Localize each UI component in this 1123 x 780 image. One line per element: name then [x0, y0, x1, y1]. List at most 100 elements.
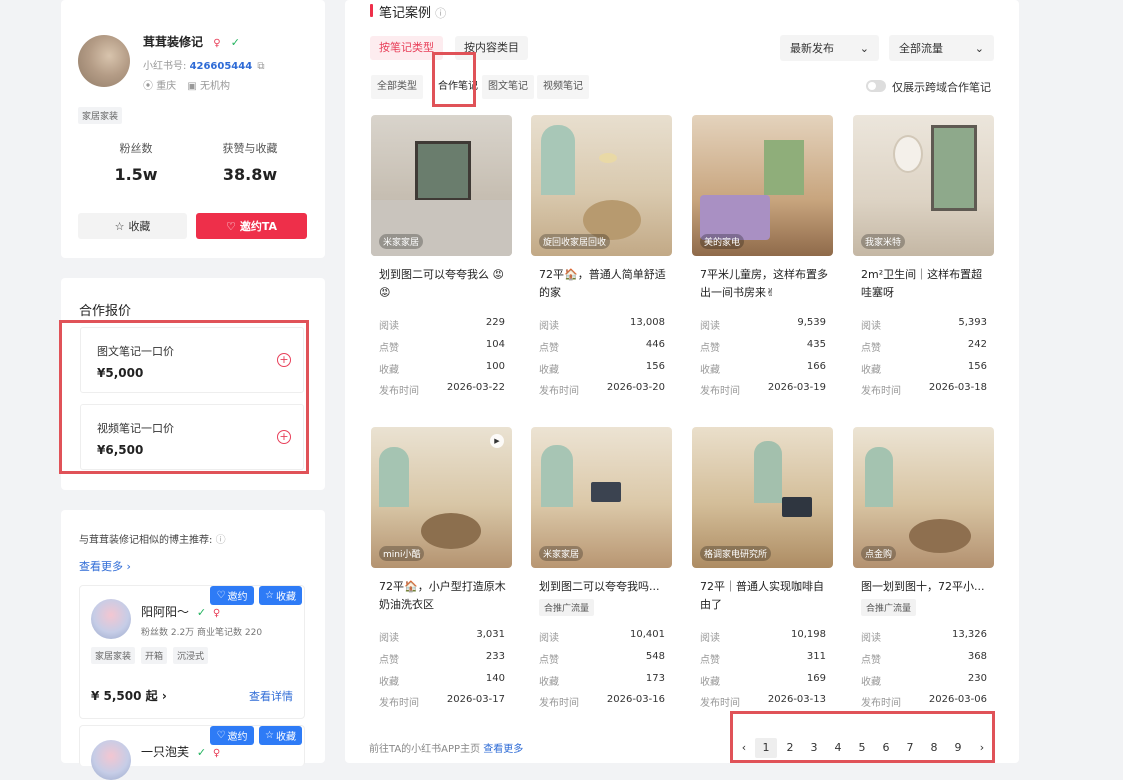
- invite-mini-button[interactable]: ♡ 邀约: [210, 586, 254, 605]
- stat-row-date: 发布时间 2026-03-18: [861, 382, 987, 397]
- chevron-right-icon: ›: [126, 560, 131, 573]
- filter-image-notes[interactable]: 图文笔记: [482, 75, 534, 99]
- note-cover[interactable]: 格调家电研究所: [692, 427, 833, 568]
- note-card[interactable]: 旋回收家居回收 72平🏠，普通人简单舒适的家 阅读 13,008 点赞 446 收藏…: [531, 115, 672, 407]
- recommend-name: 一只泡芙 ✓ ♀: [141, 743, 220, 760]
- stat-row-fav: 收藏 156: [539, 361, 665, 376]
- cross-domain-toggle-label: 仅展示跨域合作笔记: [892, 81, 991, 94]
- page-button[interactable]: 5: [851, 738, 873, 758]
- page-button[interactable]: 2: [779, 738, 801, 758]
- avatar[interactable]: [91, 740, 131, 780]
- tab-by-category[interactable]: 按内容类目: [455, 36, 528, 60]
- page-button[interactable]: 7: [899, 738, 921, 758]
- stat-row-date: 发布时间 2026-03-22: [379, 382, 505, 397]
- note-card[interactable]: 格调家电研究所 72平｜普通人实现咖啡自由了 阅读 10,198 点赞 311 收藏…: [692, 427, 833, 719]
- add-icon[interactable]: +: [277, 430, 291, 444]
- quote-price: ¥6,500: [97, 443, 144, 457]
- recommend-meta: 粉丝数 2.2万 商业笔记数 220: [141, 628, 263, 638]
- note-badge: 格调家电研究所: [700, 546, 772, 561]
- note-title[interactable]: 7平米儿童房，这样布置多出一间书房来✌: [700, 266, 828, 302]
- verified-icon: ✓: [196, 746, 207, 759]
- recommend-item[interactable]: 阳阿阳～ ✓ ♀ 粉丝数 2.2万 商业笔记数 220 家居家装 开箱 沉浸式 …: [79, 585, 305, 719]
- filter-collab-notes[interactable]: 合作笔记: [432, 75, 484, 99]
- note-title[interactable]: 划到图二可以夸夸我吗...: [539, 578, 667, 596]
- view-detail-link[interactable]: 查看详情: [249, 688, 293, 704]
- note-title[interactable]: 图一划到图十，72平小...: [861, 578, 989, 596]
- cross-domain-toggle[interactable]: [866, 80, 886, 92]
- profile-card: 茸茸装修记 ♀ ✓ 小红书号: 426605444 ⧉ ⦿ 重庆 ▣ 无机构 家…: [61, 0, 325, 258]
- stat-row-date: 发布时间 2026-03-17: [379, 694, 505, 709]
- info-icon[interactable]: ⓘ: [216, 535, 226, 546]
- stat-label: 阅读: [379, 633, 399, 644]
- quote-item-video-note[interactable]: 视频笔记一口价 ¥6,500 +: [80, 404, 304, 470]
- note-cover[interactable]: 点金购: [853, 427, 994, 568]
- profile-id-value[interactable]: 426605444: [190, 61, 253, 72]
- avatar[interactable]: [91, 599, 131, 639]
- page-button[interactable]: 6: [875, 738, 897, 758]
- heart-icon: ♡: [216, 590, 226, 601]
- invite-mini-button[interactable]: ♡ 邀约: [210, 726, 254, 745]
- favorite-mini-button[interactable]: ☆ 收藏: [259, 586, 302, 605]
- note-cover[interactable]: ▶ mini小酷: [371, 427, 512, 568]
- note-card[interactable]: ▶ mini小酷 72平🏠，小户型打造原木奶油洗衣区 阅读 3,031 点赞 233…: [371, 427, 512, 719]
- favorite-button[interactable]: ☆ 收藏: [78, 213, 187, 239]
- note-badge: 美的家电: [700, 234, 745, 249]
- avatar[interactable]: [78, 35, 130, 87]
- page-button[interactable]: 1: [755, 738, 777, 758]
- note-cover[interactable]: 旋回收家居回收: [531, 115, 672, 256]
- stat-row-like: 点赞 548: [539, 651, 665, 666]
- filter-video-notes[interactable]: 视频笔记: [537, 75, 589, 99]
- page-button[interactable]: 9: [947, 738, 969, 758]
- note-title[interactable]: 72平🏠，普通人简单舒适的家: [539, 266, 667, 302]
- stat-row-fav: 收藏 166: [700, 361, 826, 376]
- note-card[interactable]: 米家家居 划到图二可以夸夸我么 😡😡 阅读 229 点赞 104 收藏 100 发布时…: [371, 115, 512, 407]
- stat-label: 点赞: [700, 655, 720, 666]
- stat-label: 发布时间: [861, 698, 901, 709]
- quote-item-image-note[interactable]: 图文笔记一口价 ¥5,000 +: [80, 327, 304, 393]
- note-cover[interactable]: 米家家居: [371, 115, 512, 256]
- stat-label: 发布时间: [700, 698, 740, 709]
- play-icon[interactable]: ▶: [490, 434, 504, 448]
- note-title[interactable]: 72平🏠，小户型打造原木奶油洗衣区: [379, 578, 507, 614]
- note-card[interactable]: 我家米特 2m²卫生间｜这样布置超哇塞呀 阅读 5,393 点赞 242 收藏 156…: [853, 115, 994, 407]
- stat-value: 5,393: [958, 317, 987, 328]
- prev-page-button[interactable]: ‹: [733, 738, 755, 758]
- add-icon[interactable]: +: [277, 353, 291, 367]
- note-title[interactable]: 划到图二可以夸夸我么 😡😡: [379, 266, 507, 302]
- recommend-item[interactable]: 一只泡芙 ✓ ♀ ♡ 邀约 ☆ 收藏: [79, 725, 305, 780]
- stat-value: 156: [967, 361, 987, 372]
- traffic-select[interactable]: 全部流量 ⌄: [889, 35, 994, 61]
- stat-label: 发布时间: [379, 386, 419, 397]
- recommend-price: ¥ 5,500 起 ›: [91, 687, 167, 704]
- note-cover[interactable]: 米家家居: [531, 427, 672, 568]
- note-badge: 旋回收家居回收: [539, 234, 611, 249]
- stat-row-like: 点赞 104: [379, 339, 505, 354]
- page-button[interactable]: 4: [827, 738, 849, 758]
- copy-icon[interactable]: ⧉: [257, 61, 264, 72]
- stat-row-date: 发布时间 2026-03-19: [700, 382, 826, 397]
- note-title[interactable]: 72平｜普通人实现咖啡自由了: [700, 578, 828, 614]
- note-card[interactable]: 点金购 图一划到图十，72平小... 合推广流量 阅读 13,326 点赞 368 …: [853, 427, 994, 719]
- sort-select[interactable]: 最新发布 ⌄: [780, 35, 879, 61]
- note-title[interactable]: 2m²卫生间｜这样布置超哇塞呀: [861, 266, 989, 302]
- tab-by-note-type[interactable]: 按笔记类型: [370, 36, 443, 60]
- footer-more-link[interactable]: 查看更多: [483, 744, 523, 755]
- stat-row-read: 阅读 5,393: [861, 317, 987, 332]
- invite-button[interactable]: ♡ 邀约TA: [196, 213, 307, 239]
- recommend-more-link[interactable]: 查看更多 ›: [79, 558, 131, 574]
- filter-all-types[interactable]: 全部类型: [371, 75, 423, 99]
- favorite-mini-button[interactable]: ☆ 收藏: [259, 726, 302, 745]
- stat-label: 点赞: [700, 343, 720, 354]
- note-cover[interactable]: 我家米特: [853, 115, 994, 256]
- page-button[interactable]: 3: [803, 738, 825, 758]
- stat-value: 435: [806, 339, 826, 350]
- page-button[interactable]: 8: [923, 738, 945, 758]
- stat-label: 收藏: [379, 365, 399, 376]
- note-card[interactable]: 米家家居 划到图二可以夸夸我吗... 合推广流量 阅读 10,401 点赞 548 …: [531, 427, 672, 719]
- recommend-tag: 沉浸式: [173, 647, 209, 664]
- stat-value: 229: [485, 317, 505, 328]
- note-card[interactable]: 美的家电 7平米儿童房，这样布置多出一间书房来✌ 阅读 9,539 点赞 435 收…: [692, 115, 833, 407]
- next-page-button[interactable]: ›: [971, 738, 993, 758]
- info-icon[interactable]: ⓘ: [435, 7, 446, 20]
- note-cover[interactable]: 美的家电: [692, 115, 833, 256]
